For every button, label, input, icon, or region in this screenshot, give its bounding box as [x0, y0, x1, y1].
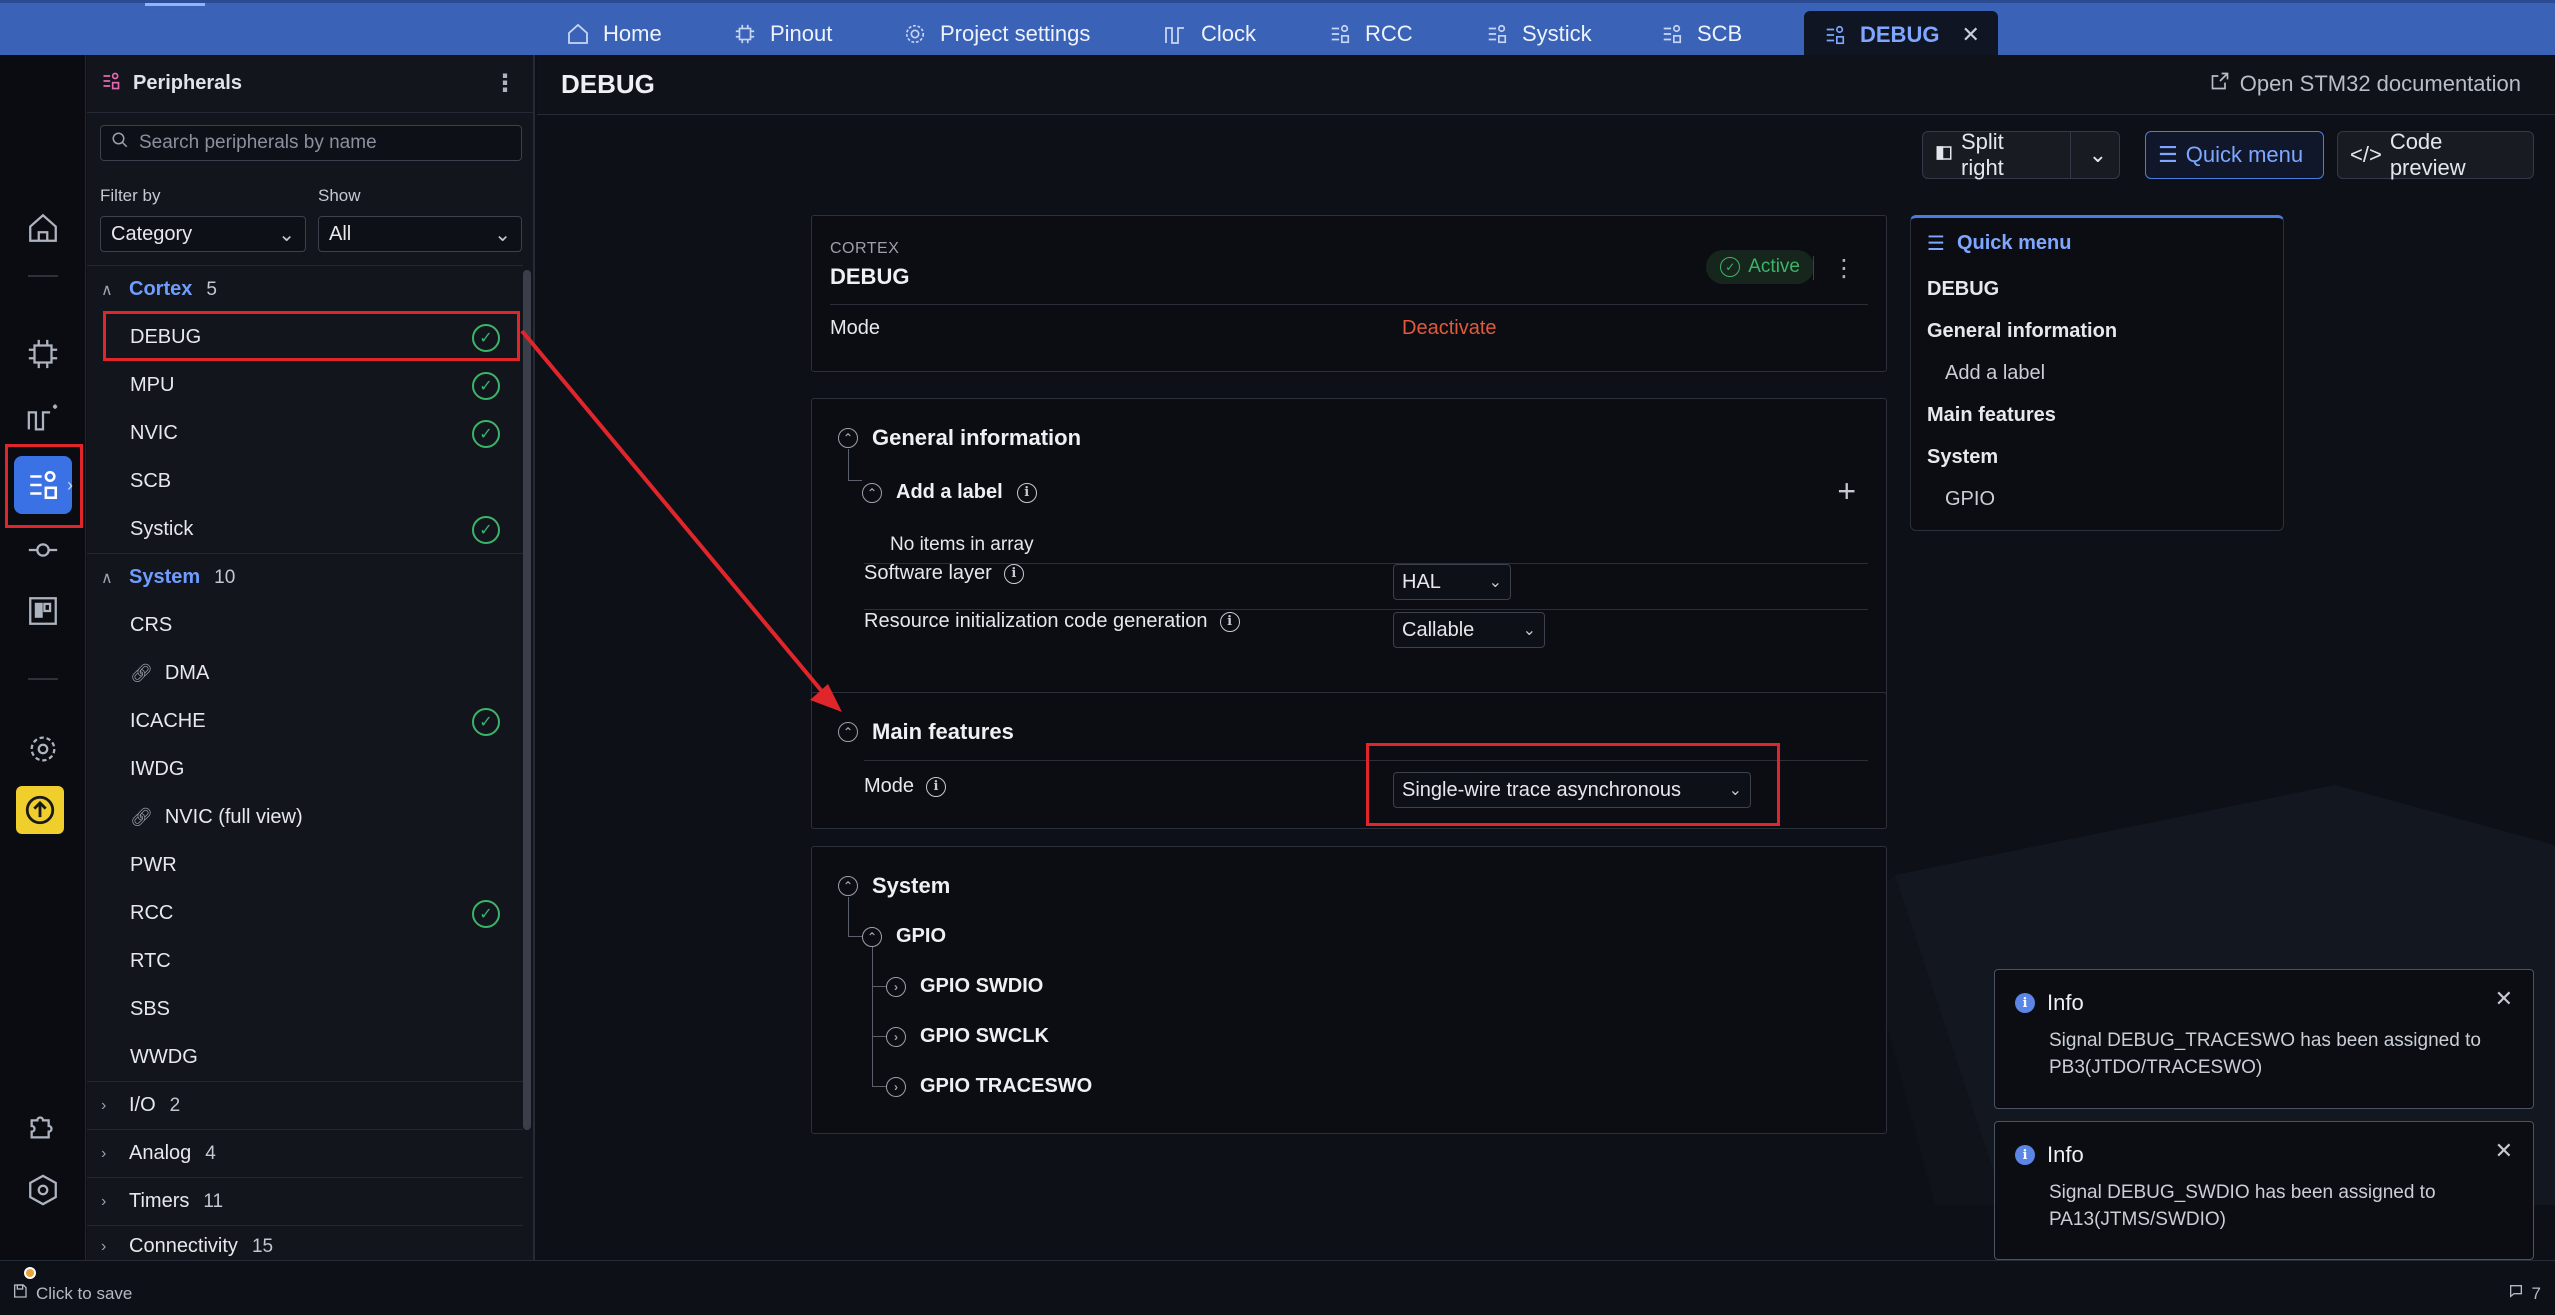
save-label: Click to save — [36, 1283, 133, 1303]
chat-icon — [2508, 1283, 2524, 1304]
toast-message: Signal DEBUG_SWDIO has been assigned to … — [2049, 1182, 2436, 1230]
notification-count: 7 — [2531, 1283, 2541, 1303]
info-toast: i Info ✕ Signal DEBUG_TRACESWO has been … — [1994, 969, 2534, 1109]
unsaved-indicator — [24, 1267, 36, 1279]
info-toast: i Info ✕ Signal DEBUG_SWDIO has been ass… — [1994, 1121, 2534, 1260]
toast-title-text: Info — [2047, 990, 2084, 1015]
toast-title-text: Info — [2047, 1142, 2084, 1167]
info-icon: i — [2015, 1145, 2035, 1165]
toast-title: i Info — [2015, 990, 2084, 1016]
notifications-button[interactable]: 7 — [2508, 1283, 2541, 1304]
save-button[interactable]: Click to save — [12, 1283, 132, 1304]
status-bar: Click to save 7 — [0, 1260, 2555, 1315]
annotation-arrow — [520, 329, 842, 712]
close-icon[interactable]: ✕ — [2495, 1138, 2513, 1164]
save-icon — [12, 1283, 28, 1304]
toast-title: i Info — [2015, 1142, 2084, 1168]
close-icon[interactable]: ✕ — [2495, 986, 2513, 1012]
info-icon: i — [2015, 993, 2035, 1013]
toast-message: Signal DEBUG_TRACESWO has been assigned … — [2049, 1030, 2481, 1078]
